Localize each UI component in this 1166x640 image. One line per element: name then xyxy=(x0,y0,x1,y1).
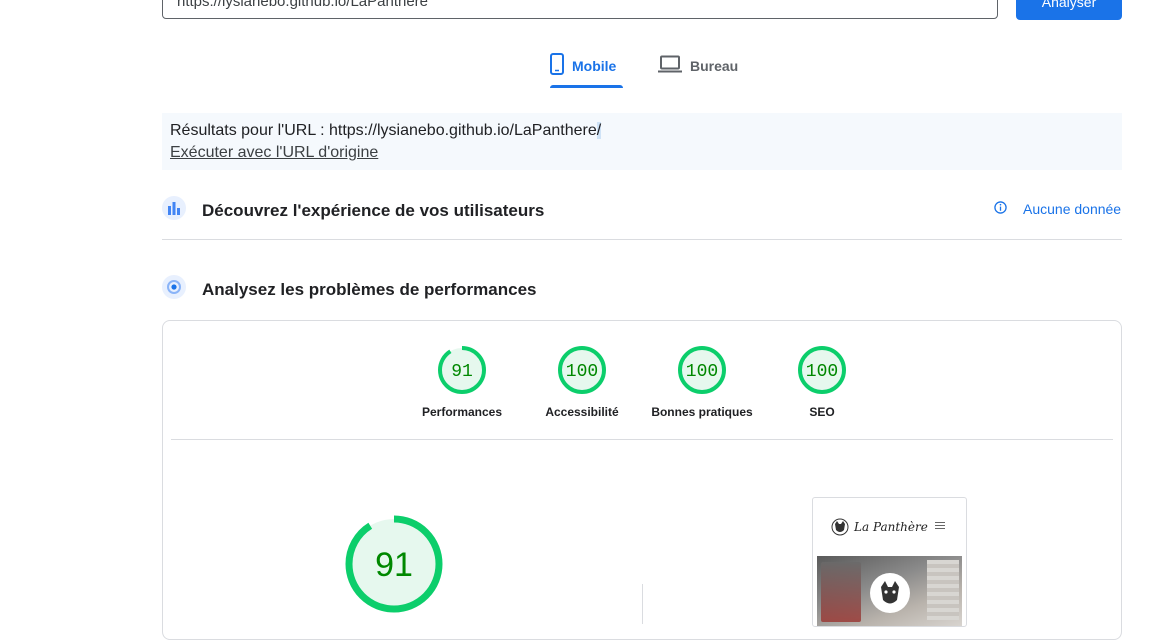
results-prefix: Résultats pour l'URL : xyxy=(170,122,329,139)
experience-section-header: Découvrez l'expérience de vos utilisateu… xyxy=(162,196,544,225)
results-text: Résultats pour l'URL : https://lysianebo… xyxy=(170,121,1114,141)
main-performance-gauge: 91 xyxy=(345,515,443,618)
score-label: Performances xyxy=(421,405,503,419)
score-ring: 100 xyxy=(678,346,726,394)
vertical-divider xyxy=(642,584,643,624)
preview-brand: La Panthère xyxy=(854,520,928,534)
results-url: https://lysianebo.github.io/LaPanthere xyxy=(328,122,597,139)
panther-badge-icon xyxy=(870,573,910,613)
score-gauge-best-practices[interactable]: 100 Bonnes pratiques xyxy=(642,345,762,419)
score-ring: 91 xyxy=(438,346,486,394)
no-data-link[interactable]: Aucune donnée xyxy=(994,201,1121,217)
page-screenshot-preview: La Panthère xyxy=(812,497,967,627)
score-label: Accessibilité xyxy=(545,405,619,419)
tab-mobile-label: Mobile xyxy=(572,58,617,74)
smartphone-icon xyxy=(550,52,564,80)
card-divider xyxy=(171,439,1113,440)
active-tab-indicator xyxy=(550,85,623,88)
analyze-button[interactable]: Analyser xyxy=(1016,0,1122,20)
tab-desktop[interactable]: Bureau xyxy=(658,44,738,88)
hamburger-icon xyxy=(935,522,945,531)
preview-header: La Panthère xyxy=(813,516,966,538)
performance-section-header: Analysez les problèmes de performances xyxy=(162,275,536,304)
score-value: 100 xyxy=(686,362,718,382)
score-gauge-seo[interactable]: 100 SEO xyxy=(762,345,882,419)
section-divider xyxy=(162,239,1122,240)
score-ring: 100 xyxy=(558,346,606,394)
run-original-url-link[interactable]: Exécuter avec l'URL d'origine xyxy=(170,141,378,165)
score-value: 100 xyxy=(806,362,838,382)
no-data-label: Aucune donnée xyxy=(1023,201,1122,217)
preview-hero-image xyxy=(817,556,962,626)
info-icon xyxy=(994,201,1007,217)
score-value: 100 xyxy=(566,362,598,382)
panther-logo-icon xyxy=(831,518,849,541)
score-gauge-accessibility[interactable]: 100 Accessibilité xyxy=(522,345,642,419)
results-url-tail: / xyxy=(596,122,602,139)
score-gauge-performance[interactable]: 91 Performances xyxy=(402,345,522,419)
user-experience-icon xyxy=(162,196,186,225)
laptop-icon xyxy=(658,55,682,78)
score-label: SEO xyxy=(809,405,835,419)
diagnostics-icon xyxy=(162,275,186,304)
results-banner: Résultats pour l'URL : https://lysianebo… xyxy=(162,113,1122,170)
performance-section-title: Analysez les problèmes de performances xyxy=(202,279,537,299)
tab-mobile[interactable]: Mobile xyxy=(550,44,616,88)
score-label: Bonnes pratiques xyxy=(651,405,753,419)
preview-hero-right xyxy=(927,560,959,620)
main-score-value: 91 xyxy=(375,546,413,584)
tab-desktop-label: Bureau xyxy=(690,58,739,74)
preview-hero-left xyxy=(821,562,861,622)
score-ring: 100 xyxy=(798,346,846,394)
experience-section-title: Découvrez l'expérience de vos utilisateu… xyxy=(202,200,545,220)
score-value: 91 xyxy=(451,362,473,382)
url-input[interactable] xyxy=(162,0,998,19)
